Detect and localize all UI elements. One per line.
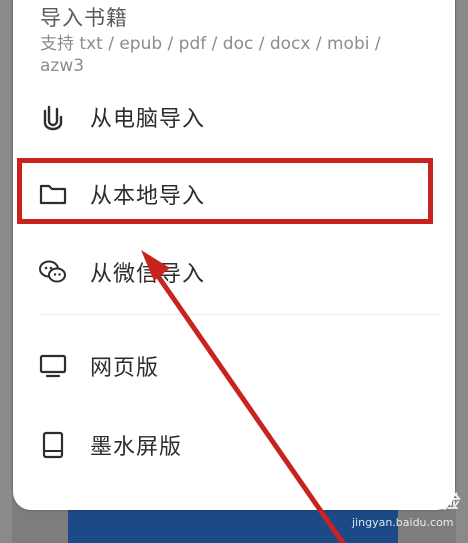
annotation-arrow	[141, 250, 346, 543]
watermark-brand: Bai du 经验	[352, 492, 459, 513]
watermark-url: jingyan.baidu.com	[352, 516, 454, 529]
baidu-jingyan-watermark: Bai du 经验 jingyan.baidu.com	[352, 488, 462, 540]
